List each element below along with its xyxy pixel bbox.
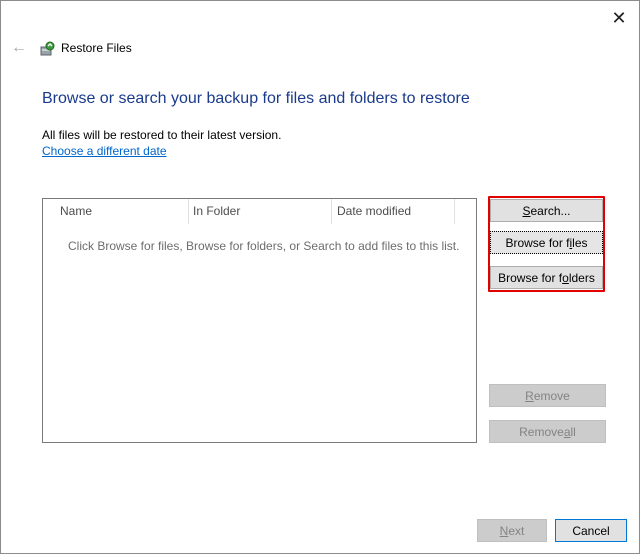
back-arrow-icon: ←: [11, 39, 27, 56]
next-accesskey: N: [499, 523, 509, 538]
column-separator[interactable]: [331, 199, 332, 224]
column-header-in-folder[interactable]: In Folder: [193, 199, 240, 224]
column-header-name[interactable]: Name: [60, 199, 92, 224]
search-button-label: earch...: [530, 203, 571, 218]
remove-label: emove: [533, 388, 570, 403]
cancel-button[interactable]: Cancel: [555, 519, 627, 542]
close-icon: ✕: [611, 7, 627, 28]
back-button[interactable]: ←: [9, 37, 29, 59]
next-label: ext: [508, 523, 525, 538]
browse-for-folders-button[interactable]: Browse for f o lders: [490, 266, 603, 289]
cancel-label: Cancel: [572, 523, 610, 538]
choose-date-link[interactable]: Choose a different date: [42, 144, 167, 158]
file-list[interactable]: Name In Folder Date modified Click Brows…: [42, 198, 477, 443]
next-button[interactable]: Next: [477, 519, 547, 542]
remove-all-accesskey: a: [563, 424, 571, 439]
window-title: Restore Files: [61, 41, 132, 55]
close-button[interactable]: ✕: [601, 5, 637, 31]
page-heading: Browse or search your backup for files a…: [42, 90, 470, 107]
search-button[interactable]: Search...: [490, 199, 603, 222]
browse-files-label: les: [572, 235, 588, 250]
browse-folders-accesskey: o: [562, 270, 569, 285]
column-header-date-modified[interactable]: Date modified: [337, 199, 411, 224]
browse-for-files-button[interactable]: Browse for f i les: [490, 231, 603, 254]
restore-info-text: All files will be restored to their late…: [42, 128, 282, 142]
restore-files-icon: [40, 41, 55, 56]
browse-files-label: Browse for f: [505, 235, 570, 250]
column-separator[interactable]: [454, 199, 455, 224]
empty-list-message: Click Browse for files, Browse for folde…: [68, 239, 460, 253]
remove-accesskey: R: [525, 388, 534, 403]
browse-folders-label: Browse for f: [498, 270, 563, 285]
remove-all-label: ll: [570, 424, 576, 439]
remove-all-button[interactable]: Remove a ll: [489, 420, 606, 443]
column-separator[interactable]: [188, 199, 189, 224]
search-button-accesskey: S: [522, 203, 531, 218]
browse-folders-label: lders: [568, 270, 595, 285]
remove-all-label: Remove: [519, 424, 564, 439]
remove-button[interactable]: Remove: [489, 384, 606, 407]
restore-files-window: ✕ ← Restore Files Browse or search your …: [0, 0, 640, 554]
